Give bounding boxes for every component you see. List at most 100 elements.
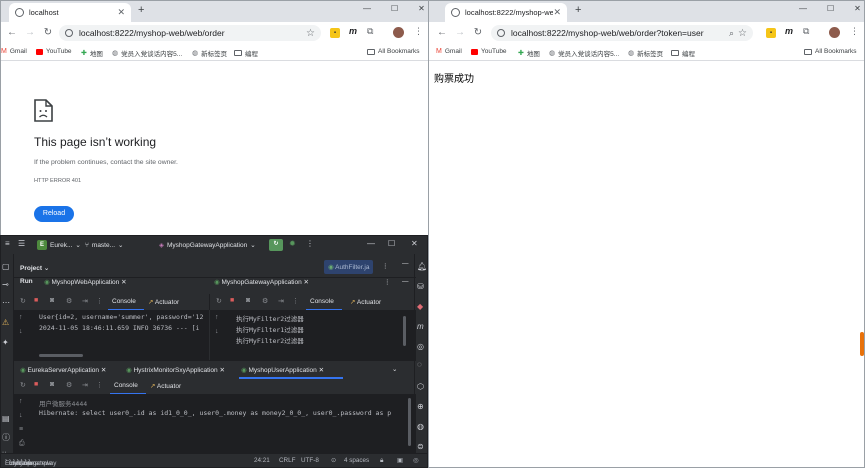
minimize-icon[interactable]: —	[363, 4, 371, 13]
bookmark-folder-coding[interactable]: 编程	[234, 48, 258, 58]
exit-icon[interactable]: ⇥	[278, 297, 284, 305]
project-tool-icon[interactable]: ▢	[2, 262, 10, 271]
maven-icon[interactable]: m	[417, 322, 424, 331]
debug-icon[interactable]: ✹	[289, 239, 296, 248]
forward-icon[interactable]: →	[453, 27, 467, 38]
app-menu-icon[interactable]: ≡	[5, 239, 10, 248]
exit-icon[interactable]: ⇥	[82, 381, 88, 389]
panel1-console[interactable]: ↑ ↓ User{id=2, username='summer', passwo…	[14, 310, 209, 360]
hamburger-icon[interactable]: ☰	[18, 239, 25, 248]
exit-icon[interactable]: ⇥	[82, 297, 88, 305]
back-icon[interactable]: ←	[435, 27, 449, 38]
editor-minimize-icon[interactable]: —	[402, 260, 409, 267]
run-more-icon[interactable]: ⋮	[384, 278, 391, 286]
browser-tab[interactable]: localhost:8222/myshop-web/ ✕	[445, 3, 567, 22]
forward-icon[interactable]: →	[23, 27, 37, 38]
console-tab[interactable]: Console	[114, 382, 138, 389]
bookmark-star-icon[interactable]: ☆	[738, 28, 747, 39]
minimize-icon[interactable]: —	[367, 239, 375, 248]
extension-m-icon[interactable]: m	[785, 26, 793, 36]
services-tool-icon[interactable]: ✦	[2, 338, 9, 347]
run-tool-icon[interactable]: ⚠	[2, 318, 9, 327]
maximize-icon[interactable]: ☐	[388, 239, 395, 248]
scroll-up-icon[interactable]: ↑	[19, 314, 23, 321]
bean-icon[interactable]: ◍	[417, 422, 424, 431]
gradle-icon[interactable]: ⬡	[417, 382, 424, 391]
refresh-icon[interactable]: ↻	[41, 27, 55, 38]
site-info-icon[interactable]	[497, 29, 505, 37]
close-window-icon[interactable]: ✕	[411, 239, 418, 248]
back-icon[interactable]: ←	[5, 27, 19, 38]
plugin-icon[interactable]: ◆	[417, 302, 423, 311]
bookmark-gmail[interactable]: M Gmail	[436, 48, 462, 55]
terminal-tool-icon[interactable]: ▤	[2, 414, 10, 423]
bookmark-party[interactable]: ◍ 党员入党谈话内容5...	[112, 48, 182, 58]
menu-icon[interactable]: ⋮	[414, 26, 423, 37]
stop-icon[interactable]: ■	[34, 297, 38, 304]
extensions-puzzle-icon[interactable]: ⧉	[367, 26, 373, 37]
panel3-console[interactable]: ↑ ↓ ≡ ⎙ 用户微服务4444 Hibernate: select user…	[14, 394, 416, 455]
rerun-icon[interactable]: ↻	[269, 239, 283, 251]
commit-tool-icon[interactable]: ⊸	[2, 280, 9, 289]
ai-assistant-icon[interactable]: ◌	[417, 360, 422, 369]
all-bookmarks[interactable]: All Bookmarks	[804, 48, 857, 55]
run-minimize-icon[interactable]: —	[402, 278, 409, 285]
bookmark-youtube[interactable]: YouTube	[36, 48, 72, 55]
endpoints-icon[interactable]: ⊕	[417, 402, 424, 411]
browser-tab[interactable]: localhost ✕	[9, 3, 131, 22]
close-tab-icon[interactable]: ✕	[553, 7, 561, 18]
vertical-scrollbar[interactable]	[403, 316, 406, 346]
run-tab-web[interactable]: ◉ MyshopWebApplication ✕	[44, 278, 127, 286]
maximize-icon[interactable]: ☐	[827, 4, 834, 13]
rerun-small-icon[interactable]: ↻	[20, 297, 26, 305]
actuator-tab[interactable]: ↗ Actuator	[148, 298, 179, 306]
minimize-icon[interactable]: —	[799, 4, 807, 13]
structure-tool-icon[interactable]: ⋯	[2, 298, 10, 307]
console-tab[interactable]: Console	[112, 298, 136, 305]
horizontal-scrollbar[interactable]	[39, 354, 83, 357]
console-tab[interactable]: Console	[310, 298, 334, 305]
more-icon[interactable]: ⋮	[96, 297, 103, 305]
scroll-down-icon[interactable]: ↓	[19, 412, 23, 419]
breadcrumb-item[interactable]: example	[28, 460, 52, 467]
file-encoding[interactable]: UTF-8	[301, 457, 319, 464]
close-window-icon[interactable]: ✕	[854, 4, 861, 13]
camera-icon[interactable]: ◙	[50, 381, 54, 388]
run-tab-user[interactable]: ◉ MyshopUserApplication ✕	[241, 366, 324, 374]
run-tab-gateway[interactable]: ◉ MyshopGatewayApplication ✕	[214, 278, 309, 286]
scroll-up-icon[interactable]: ↑	[19, 398, 23, 405]
panel2-console[interactable]: ↑ ↓ 执行MyFilter2过滤器 执行MyFilter1过滤器 执行MyFi…	[209, 310, 416, 360]
lock-icon[interactable]: 🔒︎	[380, 457, 383, 465]
bookmark-maps[interactable]: ✚ 地图	[518, 48, 540, 58]
bookmark-gmail[interactable]: M Gmail	[1, 48, 27, 55]
maximize-icon[interactable]: ☐	[391, 4, 398, 13]
git-icon[interactable]: ⊙	[331, 457, 336, 464]
copilot-icon[interactable]: ◎	[417, 342, 424, 351]
reload-button[interactable]: Reload	[34, 206, 74, 222]
refresh-icon[interactable]: ↻	[471, 27, 485, 38]
bookmark-youtube[interactable]: YouTube	[471, 48, 507, 55]
close-window-icon[interactable]: ✕	[418, 4, 425, 13]
print-icon[interactable]: ⎙	[19, 440, 25, 448]
more-icon[interactable]: ⋮	[292, 297, 299, 305]
rerun-small-icon[interactable]: ↻	[20, 381, 26, 389]
line-separator[interactable]: CRLF	[279, 457, 295, 464]
run-config-selector[interactable]: ◈ MyshopGatewayApplication ⌄	[159, 239, 256, 251]
stop-icon[interactable]: ■	[34, 381, 38, 388]
address-bar[interactable]: localhost:8222/myshop-web/web/order?toke…	[491, 25, 753, 41]
all-bookmarks[interactable]: All Bookmarks	[367, 48, 420, 55]
caret-position[interactable]: 24:21	[254, 457, 270, 464]
bookmark-newtab[interactable]: ◍ 新标签页	[192, 48, 227, 58]
scroll-down-icon[interactable]: ↓	[215, 328, 219, 335]
settings-icon[interactable]: ⚙	[66, 381, 72, 389]
project-label[interactable]: Project ⌄	[20, 264, 49, 272]
status-breadcrumb[interactable]: Eureka › ▭ myshop-gateway › src › main ›…	[5, 457, 56, 467]
more-icon[interactable]: ⋮	[306, 239, 314, 248]
run-tab-hystrix[interactable]: ◉ HystrixMonitorSxyApplication ✕	[126, 366, 225, 374]
actuator-tab[interactable]: ↗ Actuator	[150, 382, 181, 390]
settings-icon[interactable]: ⚙	[262, 297, 268, 305]
scroll-up-icon[interactable]: ↑	[215, 314, 219, 321]
extension-m-icon[interactable]: m	[349, 26, 357, 36]
bookmark-star-icon[interactable]: ☆	[306, 28, 315, 39]
rerun-small-icon[interactable]: ↻	[216, 297, 222, 305]
